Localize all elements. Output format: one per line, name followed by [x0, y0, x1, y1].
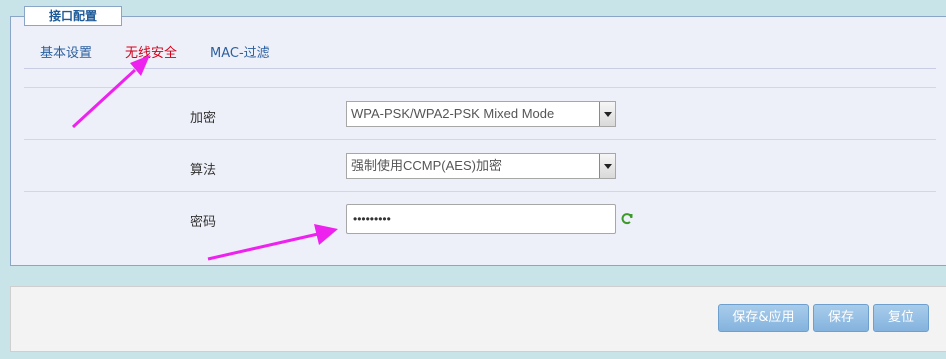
chevron-down-icon[interactable] — [599, 102, 615, 126]
row-divider — [24, 139, 936, 140]
encryption-value: WPA-PSK/WPA2-PSK Mixed Mode — [351, 106, 555, 121]
row-divider — [24, 87, 936, 88]
encryption-label: 加密 — [190, 111, 217, 126]
algorithm-value: 强制使用CCMP(AES)加密 — [351, 158, 502, 173]
password-field[interactable]: ••••••••• — [346, 204, 616, 234]
save-apply-button[interactable]: 保存&应用 — [718, 304, 809, 332]
tab-mac-filter[interactable]: MAC-过滤 — [210, 42, 270, 61]
tab-basic-settings[interactable]: 基本设置 — [40, 42, 92, 61]
panel-title: 接口配置 — [24, 6, 122, 26]
chevron-down-icon[interactable] — [599, 154, 615, 178]
algorithm-select[interactable]: 强制使用CCMP(AES)加密 — [346, 153, 616, 179]
row-divider — [24, 191, 936, 192]
reset-button[interactable]: 复位 — [873, 304, 929, 332]
encryption-select[interactable]: WPA-PSK/WPA2-PSK Mixed Mode — [346, 101, 616, 127]
save-button[interactable]: 保存 — [813, 304, 869, 332]
tab-divider — [24, 68, 936, 69]
algorithm-label: 算法 — [190, 163, 217, 178]
refresh-icon[interactable] — [620, 212, 634, 226]
password-label: 密码 — [190, 215, 217, 230]
tab-wireless-security[interactable]: 无线安全 — [125, 42, 177, 61]
